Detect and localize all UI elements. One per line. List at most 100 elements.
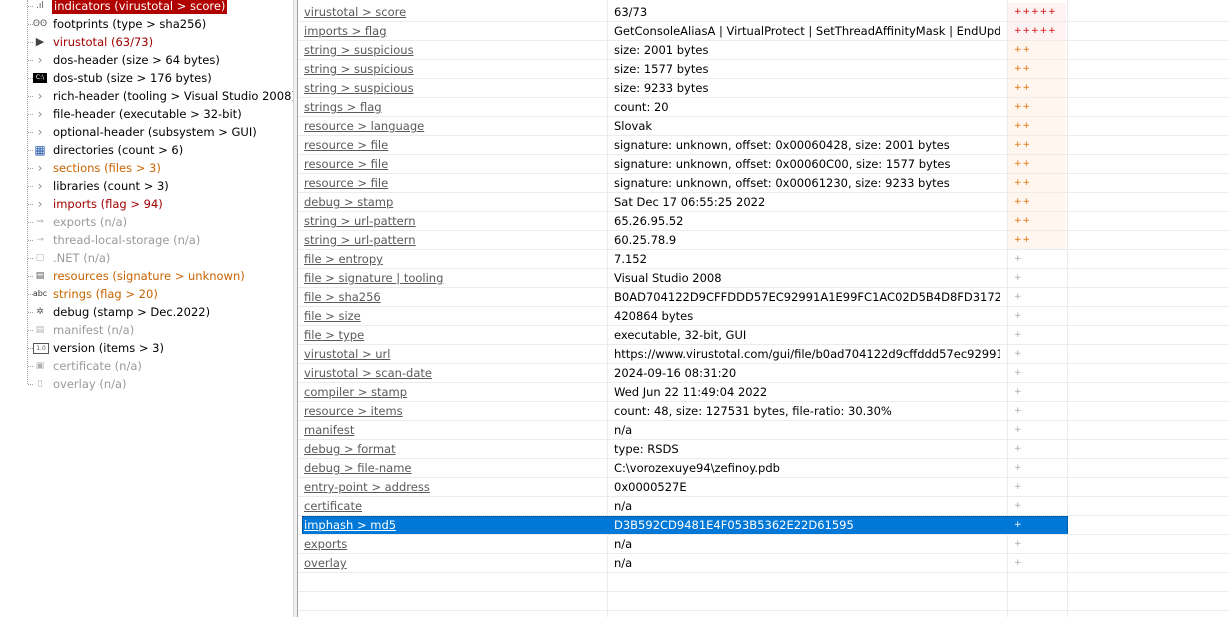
- table-row[interactable]: compiler > stamp Wed Jun 22 11:49:04 2022…: [298, 383, 1229, 402]
- property-cell[interactable]: debug > file-name: [304, 459, 604, 478]
- value-cell[interactable]: Wed Jun 22 11:49:04 2022: [614, 383, 1000, 402]
- value-cell[interactable]: count: 20: [614, 98, 1000, 117]
- property-cell[interactable]: string > suspicious: [304, 79, 604, 98]
- tree-item[interactable]: › sections (files > 3): [0, 159, 293, 177]
- value-cell[interactable]: n/a: [614, 497, 1000, 516]
- table-row[interactable]: resource > items count: 48, size: 127531 …: [298, 402, 1229, 421]
- tree-item[interactable]: › file-header (executable > 32-bit): [0, 105, 293, 123]
- table-row[interactable]: file > size 420864 bytes +: [298, 307, 1229, 326]
- value-cell[interactable]: size: 1577 bytes: [614, 60, 1000, 79]
- tree-item[interactable]: .ıl indicators (virustotal > score): [0, 0, 293, 15]
- tree-item[interactable]: ▤ resources (signature > unknown): [0, 267, 293, 285]
- table-row[interactable]: manifest n/a +: [298, 421, 1229, 440]
- value-cell[interactable]: 420864 bytes: [614, 307, 1000, 326]
- value-cell[interactable]: n/a: [614, 554, 1000, 573]
- property-cell[interactable]: virustotal > url: [304, 345, 604, 364]
- table-row[interactable]: virustotal > score 63/73 +++++: [298, 3, 1229, 22]
- value-cell[interactable]: 60.25.78.9: [614, 231, 1000, 250]
- property-cell[interactable]: resource > file: [304, 136, 604, 155]
- value-cell[interactable]: size: 9233 bytes: [614, 79, 1000, 98]
- table-row[interactable]: string > suspicious size: 1577 bytes ++: [298, 60, 1229, 79]
- value-cell[interactable]: Slovak: [614, 117, 1000, 136]
- property-cell[interactable]: string > suspicious: [304, 41, 604, 60]
- property-cell[interactable]: resource > file: [304, 174, 604, 193]
- value-cell[interactable]: 2024-09-16 08:31:20: [614, 364, 1000, 383]
- table-row[interactable]: resource > file signature: unknown, offse…: [298, 155, 1229, 174]
- value-cell[interactable]: n/a: [614, 535, 1000, 554]
- property-cell[interactable]: file > entropy: [304, 250, 604, 269]
- property-cell[interactable]: exports: [304, 535, 604, 554]
- table-row[interactable]: file > type executable, 32-bit, GUI +: [298, 326, 1229, 345]
- property-cell[interactable]: resource > language: [304, 117, 604, 136]
- table-row[interactable]: imphash > md5 D3B592CD9481E4F053B5362E22D…: [298, 516, 1229, 535]
- tree-item[interactable]: › imports (flag > 94): [0, 195, 293, 213]
- table-row[interactable]: exports n/a +: [298, 535, 1229, 554]
- value-cell[interactable]: 63/73: [614, 3, 1000, 22]
- property-cell[interactable]: file > size: [304, 307, 604, 326]
- table-row[interactable]: debug > format type: RSDS +: [298, 440, 1229, 459]
- tree-item[interactable]: abc strings (flag > 20): [0, 285, 293, 303]
- tree-item[interactable]: › libraries (count > 3): [0, 177, 293, 195]
- tree-item[interactable]: ⇒ exports (n/a): [0, 213, 293, 231]
- property-cell[interactable]: manifest: [304, 421, 604, 440]
- value-cell[interactable]: B0AD704122D9CFFDDD57EC92991A1E99FC1AC02D…: [614, 288, 1000, 307]
- table-row[interactable]: file > entropy 7.152 +: [298, 250, 1229, 269]
- property-cell[interactable]: certificate: [304, 497, 604, 516]
- tree-item[interactable]: ▢ .NET (n/a): [0, 249, 293, 267]
- table-row[interactable]: virustotal > url https://www.virustotal.c…: [298, 345, 1229, 364]
- property-cell[interactable]: debug > format: [304, 440, 604, 459]
- value-cell[interactable]: signature: unknown, offset: 0x00061230, …: [614, 174, 1000, 193]
- value-cell[interactable]: 7.152: [614, 250, 1000, 269]
- table-row[interactable]: strings > flag count: 20 ++: [298, 98, 1229, 117]
- table-row[interactable]: string > suspicious size: 2001 bytes ++: [298, 41, 1229, 60]
- table-row[interactable]: file > sha256 B0AD704122D9CFFDDD57EC92991…: [298, 288, 1229, 307]
- property-cell[interactable]: virustotal > score: [304, 3, 604, 22]
- value-cell[interactable]: https://www.virustotal.com/gui/file/b0ad…: [614, 345, 1000, 364]
- tree-item[interactable]: ▶ virustotal (63/73): [0, 33, 293, 51]
- value-cell[interactable]: 0x0000527E: [614, 478, 1000, 497]
- tree-panel[interactable]: .ıl indicators (virustotal > score) ʘʘ foot…: [0, 0, 293, 617]
- tree-item[interactable]: C:\ dos-stub (size > 176 bytes): [0, 69, 293, 87]
- table-row[interactable]: resource > file signature: unknown, offse…: [298, 174, 1229, 193]
- value-cell[interactable]: 65.26.95.52: [614, 212, 1000, 231]
- value-cell[interactable]: size: 2001 bytes: [614, 41, 1000, 60]
- value-cell[interactable]: signature: unknown, offset: 0x00060428, …: [614, 136, 1000, 155]
- tree-item[interactable]: ʘʘ footprints (type > sha256): [0, 15, 293, 33]
- table-row[interactable]: entry-point > address 0x0000527E +: [298, 478, 1229, 497]
- table-row[interactable]: string > url-pattern 65.26.95.52 ++: [298, 212, 1229, 231]
- tree-item[interactable]: 1.0 version (items > 3): [0, 339, 293, 357]
- property-cell[interactable]: string > url-pattern: [304, 212, 604, 231]
- property-cell[interactable]: entry-point > address: [304, 478, 604, 497]
- property-cell[interactable]: file > signature | tooling: [304, 269, 604, 288]
- table-row[interactable]: overlay n/a +: [298, 554, 1229, 573]
- property-cell[interactable]: overlay: [304, 554, 604, 573]
- tree-item[interactable]: › dos-header (size > 64 bytes): [0, 51, 293, 69]
- property-cell[interactable]: debug > stamp: [304, 193, 604, 212]
- value-cell[interactable]: GetConsoleAliasA | VirtualProtect | SetT…: [614, 22, 1000, 41]
- value-cell[interactable]: D3B592CD9481E4F053B5362E22D61595: [614, 516, 1000, 535]
- table-row[interactable]: string > url-pattern 60.25.78.9 ++: [298, 231, 1229, 250]
- property-cell[interactable]: compiler > stamp: [304, 383, 604, 402]
- property-cell[interactable]: virustotal > scan-date: [304, 364, 604, 383]
- value-cell[interactable]: type: RSDS: [614, 440, 1000, 459]
- property-cell[interactable]: resource > items: [304, 402, 604, 421]
- table-row[interactable]: resource > language Slovak ++: [298, 117, 1229, 136]
- value-cell[interactable]: executable, 32-bit, GUI: [614, 326, 1000, 345]
- property-cell[interactable]: file > sha256: [304, 288, 604, 307]
- value-cell[interactable]: signature: unknown, offset: 0x00060C00, …: [614, 155, 1000, 174]
- value-cell[interactable]: Visual Studio 2008: [614, 269, 1000, 288]
- table-row[interactable]: virustotal > scan-date 2024-09-16 08:31:2…: [298, 364, 1229, 383]
- indicator-table[interactable]: virustotal > score 63/73 +++++ imports > fl…: [298, 0, 1229, 617]
- property-cell[interactable]: imphash > md5: [304, 516, 604, 535]
- tree-item[interactable]: ✲ debug (stamp > Dec.2022): [0, 303, 293, 321]
- table-row[interactable]: imports > flag GetConsoleAliasA | Virtual…: [298, 22, 1229, 41]
- table-row[interactable]: file > signature | tooling Visual Studio …: [298, 269, 1229, 288]
- tree-item[interactable]: ▤ manifest (n/a): [0, 321, 293, 339]
- property-cell[interactable]: file > type: [304, 326, 604, 345]
- property-cell[interactable]: imports > flag: [304, 22, 604, 41]
- tree-item[interactable]: ▦ directories (count > 6): [0, 141, 293, 159]
- property-cell[interactable]: resource > file: [304, 155, 604, 174]
- table-row[interactable]: certificate n/a +: [298, 497, 1229, 516]
- tree-item[interactable]: › optional-header (subsystem > GUI): [0, 123, 293, 141]
- table-row[interactable]: debug > file-name C:\vorozexuye94\zefinoy…: [298, 459, 1229, 478]
